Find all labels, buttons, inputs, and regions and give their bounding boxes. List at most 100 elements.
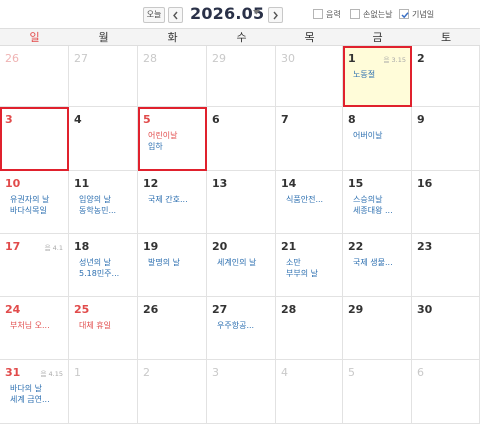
day-cell[interactable]: 21 소만 부부의 날 xyxy=(276,234,343,297)
day-cell[interactable]: 12 국제 간호... xyxy=(138,171,207,234)
day-number: 25 xyxy=(74,303,90,316)
calendar-event[interactable]: 세계인의 날 xyxy=(217,257,256,268)
day-cell[interactable]: 17 음 4.1 xyxy=(0,234,69,297)
day-cell[interactable]: 19 발명의 날 xyxy=(138,234,207,297)
calendar-event[interactable]: 바다식목일 xyxy=(10,205,47,216)
day-number: 14 xyxy=(281,177,297,190)
day-number: 13 xyxy=(212,177,228,190)
day-cell[interactable]: 5 어린이날 입하 xyxy=(138,107,207,171)
day-cell[interactable]: 11 입양의 날 동학농민... xyxy=(69,171,138,234)
auspicious-day-option[interactable]: 손없는날 xyxy=(350,9,392,21)
weekday-tue: 화 xyxy=(167,31,178,44)
day-cell[interactable]: 4 xyxy=(69,107,138,171)
today-button[interactable]: 오늘 xyxy=(143,7,165,23)
day-cell[interactable]: 18 성년의 날 5.18민주... xyxy=(69,234,138,297)
calendar-event[interactable]: 어버이날 xyxy=(353,130,382,141)
day-cell[interactable]: 22 국제 생물... xyxy=(343,234,412,297)
day-cell[interactable]: 3 xyxy=(0,107,69,171)
weekday-thu: 목 xyxy=(304,31,315,44)
lunar-date: 음 3.15 xyxy=(383,56,406,64)
day-cell[interactable]: 5 xyxy=(343,360,412,424)
day-cell[interactable]: 27 우주항공... xyxy=(207,297,276,360)
calendar-event[interactable]: 노동절 xyxy=(353,69,375,80)
calendar-toolbar: 오늘 2026.05 음력 손없는날 기념일 xyxy=(0,0,480,28)
calendar-event[interactable]: 식품안전... xyxy=(286,194,323,205)
day-cell[interactable]: 3 xyxy=(207,360,276,424)
day-cell[interactable]: 26 xyxy=(138,297,207,360)
day-cell[interactable]: 28 xyxy=(276,297,343,360)
calendar-event[interactable]: 우주항공... xyxy=(217,320,254,331)
calendar-event[interactable]: 세계 금연... xyxy=(10,394,50,405)
day-cell[interactable]: 13 xyxy=(207,171,276,234)
day-number: 4 xyxy=(281,366,288,379)
calendar-event[interactable]: 국제 간호... xyxy=(148,194,188,205)
weekday-fri: 금 xyxy=(372,31,383,44)
day-number: 4 xyxy=(74,113,82,126)
day-number: 31 xyxy=(5,366,21,379)
day-number: 12 xyxy=(143,177,159,190)
calendar-event[interactable]: 부부의 날 xyxy=(286,268,318,279)
day-cell[interactable]: 6 xyxy=(412,360,480,424)
lunar-checkbox[interactable] xyxy=(313,9,323,19)
day-cell[interactable]: 9 xyxy=(412,107,480,171)
calendar-event[interactable]: 입양의 날 xyxy=(79,194,111,205)
calendar-event[interactable]: 세종대왕 ... xyxy=(353,205,393,216)
caret-down-icon[interactable] xyxy=(253,10,260,15)
day-number: 3 xyxy=(212,366,219,379)
day-number: 3 xyxy=(5,113,13,126)
calendar-event[interactable]: 발명의 날 xyxy=(148,257,180,268)
anniversary-option[interactable]: 기념일 xyxy=(399,9,434,21)
calendar-event[interactable]: 부처님 오... xyxy=(10,320,50,331)
day-cell[interactable]: 23 xyxy=(412,234,480,297)
day-cell[interactable]: 8 어버이날 xyxy=(343,107,412,171)
day-cell[interactable]: 26 xyxy=(0,46,69,107)
day-number: 29 xyxy=(212,52,226,65)
lunar-option[interactable]: 음력 xyxy=(313,9,341,21)
day-cell[interactable]: 25 대체 휴일 xyxy=(69,297,138,360)
day-cell[interactable]: 30 xyxy=(276,46,343,107)
day-cell[interactable]: 29 xyxy=(343,297,412,360)
calendar-event[interactable]: 입하 xyxy=(148,141,163,152)
prev-month-button[interactable] xyxy=(168,7,183,23)
day-cell[interactable]: 2 xyxy=(412,46,480,107)
day-cell[interactable]: 2 xyxy=(138,360,207,424)
day-cell[interactable]: 16 xyxy=(412,171,480,234)
calendar-event[interactable]: 어린이날 xyxy=(148,130,177,141)
weekday-mon: 월 xyxy=(98,31,109,44)
day-cell[interactable]: 1 음 3.15 노동절 xyxy=(343,46,412,107)
day-cell[interactable]: 28 xyxy=(138,46,207,107)
day-number: 23 xyxy=(417,240,433,253)
day-cell[interactable]: 29 xyxy=(207,46,276,107)
day-cell[interactable]: 14 식품안전... xyxy=(276,171,343,234)
calendar-event[interactable]: 국제 생물... xyxy=(353,257,393,268)
calendar-event[interactable]: 대체 휴일 xyxy=(79,320,111,331)
day-number: 1 xyxy=(74,366,81,379)
day-cell[interactable]: 27 xyxy=(69,46,138,107)
calendar-event[interactable]: 동학농민... xyxy=(79,205,116,216)
calendar-event[interactable]: 바다의 날 xyxy=(10,383,42,394)
day-cell[interactable]: 1 xyxy=(69,360,138,424)
calendar-event[interactable]: 소만 xyxy=(286,257,301,268)
day-cell[interactable]: 15 스승의날 세종대왕 ... xyxy=(343,171,412,234)
anniversary-checkbox[interactable] xyxy=(399,9,409,19)
day-number: 22 xyxy=(348,240,364,253)
calendar-event[interactable]: 유권자의 날 xyxy=(10,194,49,205)
day-cell[interactable]: 20 세계인의 날 xyxy=(207,234,276,297)
day-number: 5 xyxy=(143,113,151,126)
auspicious-day-checkbox[interactable] xyxy=(350,9,360,19)
day-number: 8 xyxy=(348,113,356,126)
next-month-button[interactable] xyxy=(268,7,283,23)
day-cell[interactable]: 24 부처님 오... xyxy=(0,297,69,360)
day-cell[interactable]: 6 xyxy=(207,107,276,171)
weekday-wed: 수 xyxy=(236,31,247,44)
calendar-event[interactable]: 스승의날 xyxy=(353,194,382,205)
day-cell[interactable]: 10 유권자의 날 바다식목일 xyxy=(0,171,69,234)
day-cell[interactable]: 31 음 4.15 바다의 날 세계 금연... xyxy=(0,360,69,424)
day-cell[interactable]: 4 xyxy=(276,360,343,424)
day-number: 19 xyxy=(143,240,159,253)
calendar-event[interactable]: 성년의 날 xyxy=(79,257,111,268)
day-cell[interactable]: 30 xyxy=(412,297,480,360)
day-cell[interactable]: 7 xyxy=(276,107,343,171)
day-number: 17 xyxy=(5,240,21,253)
calendar-event[interactable]: 5.18민주... xyxy=(79,268,119,279)
